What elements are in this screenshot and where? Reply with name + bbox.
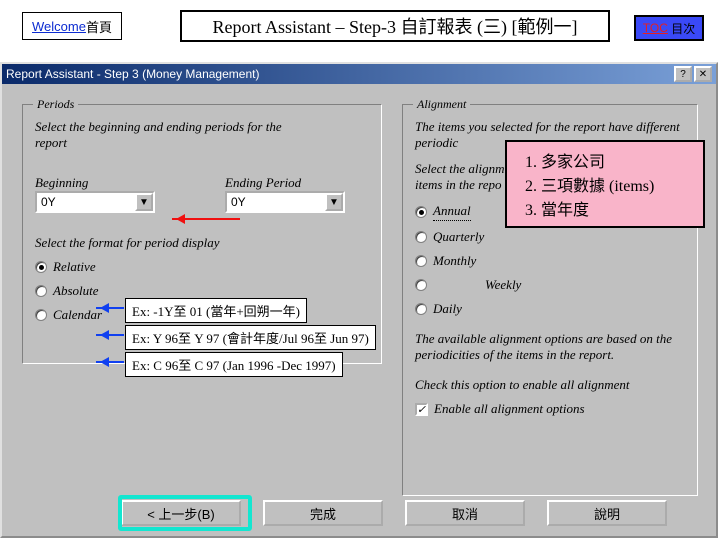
annot-absolute: Ex: Y 96至 Y 97 (會計年度/Jul 96至 Jun 97) bbox=[125, 325, 376, 350]
align-avail: The available alignment options are base… bbox=[415, 331, 685, 363]
ending-value: 0Y bbox=[231, 195, 246, 209]
arrow-icon bbox=[96, 361, 124, 363]
annot-relative: Ex: -1Y至 01 (當年+回朔一年) bbox=[125, 298, 307, 323]
dialog-titlebar[interactable]: Report Assistant - Step 3 (Money Managem… bbox=[2, 64, 716, 84]
arrow-icon bbox=[96, 334, 124, 336]
finish-button[interactable]: 完成 bbox=[263, 500, 383, 526]
align-check-instr: Check this option to enable all alignmen… bbox=[415, 377, 685, 393]
toc-cn: 目次 bbox=[671, 20, 695, 37]
format-label: Select the format for period display bbox=[35, 235, 369, 251]
radio-icon bbox=[415, 255, 427, 267]
radio-icon bbox=[35, 261, 47, 273]
report-assistant-dialog: Report Assistant - Step 3 (Money Managem… bbox=[0, 62, 718, 538]
toc-link-text[interactable]: TOC bbox=[643, 21, 668, 35]
periods-instruction: Select the beginning and ending periods … bbox=[35, 119, 285, 151]
checkbox-icon: ✓ bbox=[415, 403, 428, 416]
welcome-home-link[interactable]: Welcome首頁 bbox=[22, 12, 122, 40]
arrow-icon bbox=[96, 307, 124, 309]
quarterly-label: Quarterly bbox=[433, 229, 484, 245]
monthly-label: Monthly bbox=[433, 253, 476, 269]
ending-label: Ending Period bbox=[225, 175, 345, 191]
welcome-link-text[interactable]: Welcome bbox=[32, 19, 86, 34]
radio-weekly[interactable]: Weekly bbox=[415, 277, 685, 293]
beginning-value: 0Y bbox=[41, 195, 56, 209]
pink-item-1: 多家公司 bbox=[541, 148, 697, 172]
radio-relative[interactable]: Relative bbox=[35, 259, 369, 275]
chevron-down-icon[interactable]: ▼ bbox=[135, 193, 153, 211]
help-button[interactable]: 說明 bbox=[547, 500, 667, 526]
chevron-down-icon[interactable]: ▼ bbox=[325, 193, 343, 211]
daily-label: Daily bbox=[433, 301, 462, 317]
radio-icon bbox=[415, 303, 427, 315]
enable-all-label: Enable all alignment options bbox=[434, 401, 585, 417]
ending-combo[interactable]: 0Y ▼ bbox=[225, 191, 345, 213]
welcome-cn: 首頁 bbox=[86, 17, 112, 36]
beginning-label: Beginning bbox=[35, 175, 155, 191]
radio-monthly[interactable]: Monthly bbox=[415, 253, 685, 269]
arrow-icon bbox=[172, 218, 240, 220]
radio-icon bbox=[415, 206, 427, 218]
relative-label: Relative bbox=[53, 259, 96, 275]
radio-icon bbox=[35, 309, 47, 321]
radio-icon bbox=[415, 279, 427, 291]
beginning-combo[interactable]: 0Y ▼ bbox=[35, 191, 155, 213]
close-sys-button[interactable]: ✕ bbox=[694, 66, 712, 82]
enable-all-option[interactable]: ✓ Enable all alignment options bbox=[415, 401, 685, 417]
pink-summary-note: 多家公司 三項數據 (items) 當年度 bbox=[505, 140, 705, 228]
pink-item-2: 三項數據 (items) bbox=[541, 172, 697, 196]
dialog-title: Report Assistant - Step 3 (Money Managem… bbox=[6, 67, 259, 81]
toc-link[interactable]: TOC 目次 bbox=[634, 15, 704, 41]
radio-icon bbox=[35, 285, 47, 297]
radio-icon bbox=[415, 231, 427, 243]
absolute-label: Absolute bbox=[53, 283, 99, 299]
radio-quarterly[interactable]: Quarterly bbox=[415, 229, 685, 245]
radio-daily[interactable]: Daily bbox=[415, 301, 685, 317]
weekly-label: Weekly bbox=[485, 277, 521, 293]
page-title: Report Assistant – Step-3 自訂報表 (三) [範例一] bbox=[180, 10, 610, 42]
annot-calendar: Ex: C 96至 C 97 (Jan 1996 -Dec 1997) bbox=[125, 352, 343, 377]
annual-label: Annual bbox=[433, 203, 471, 221]
cancel-button[interactable]: 取消 bbox=[405, 500, 525, 526]
button-bar: < 上一步(B) 完成 取消 說明 bbox=[22, 500, 696, 526]
back-button[interactable]: < 上一步(B) bbox=[121, 500, 241, 526]
radio-absolute[interactable]: Absolute bbox=[35, 283, 369, 299]
help-sys-button[interactable]: ? bbox=[674, 66, 692, 82]
pink-item-3: 當年度 bbox=[541, 196, 697, 220]
